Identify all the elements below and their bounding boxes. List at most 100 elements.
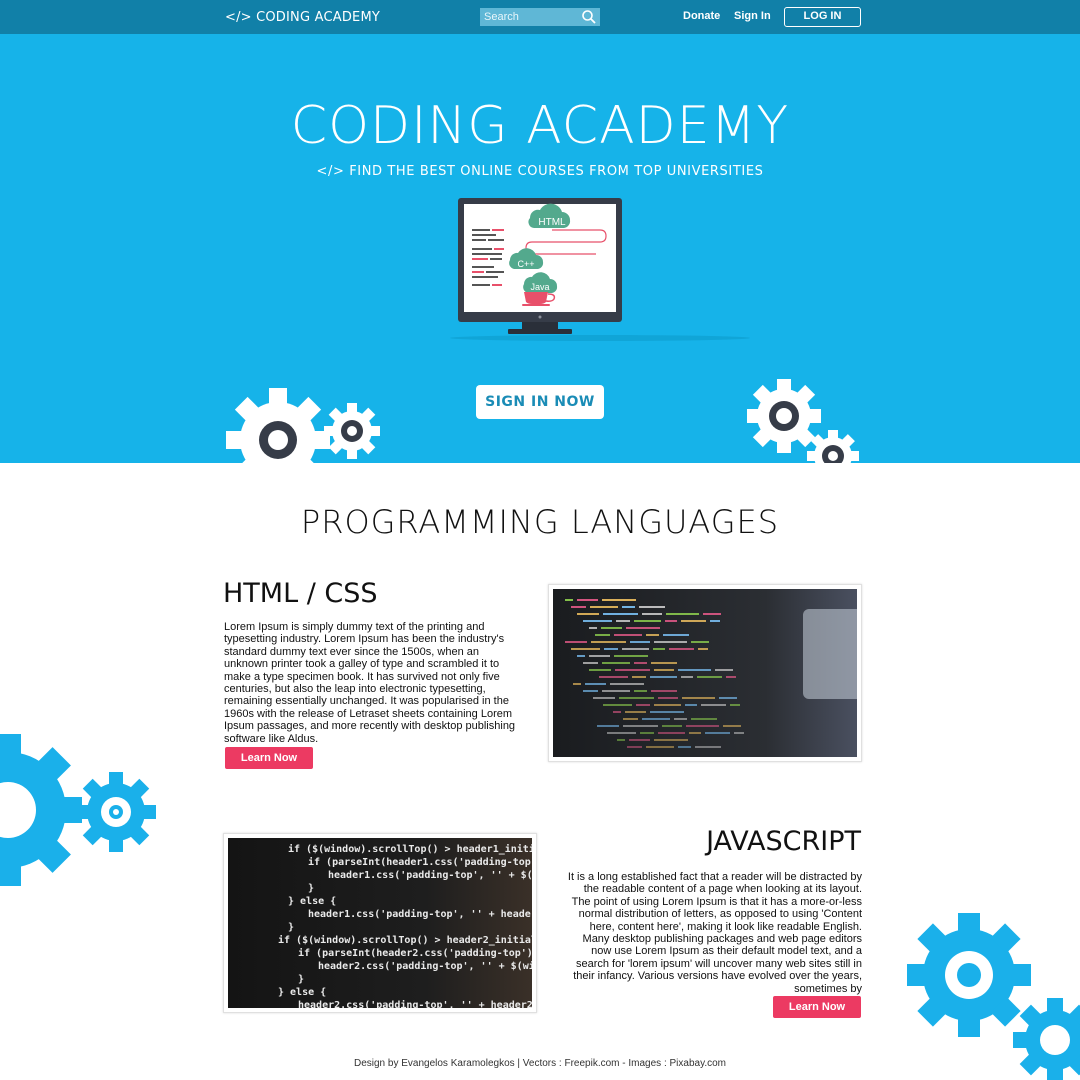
code-token xyxy=(658,732,685,734)
code-token xyxy=(634,620,661,622)
code-token xyxy=(674,718,687,720)
code-token xyxy=(565,641,587,643)
code-token xyxy=(634,662,647,664)
code-token xyxy=(603,613,638,615)
gear-icon xyxy=(226,388,330,463)
code-token xyxy=(703,613,721,615)
code-token xyxy=(634,690,647,692)
code-token xyxy=(682,697,715,699)
code-token xyxy=(629,739,650,741)
code-token xyxy=(625,711,646,713)
hero-subtitle: </> FIND THE BEST ONLINE COURSES FROM TO… xyxy=(316,164,764,179)
search-icon[interactable] xyxy=(581,9,597,25)
code-token xyxy=(630,641,650,643)
code-line: if (parseInt(header2.css('padding-top'),… xyxy=(298,947,532,959)
code-line: header2.css('padding-top', '' + $(window… xyxy=(318,960,532,972)
sign-in-now-button[interactable]: SIGN IN NOW xyxy=(476,385,604,419)
code-token xyxy=(691,641,709,643)
code-token xyxy=(639,606,665,608)
code-token xyxy=(599,676,628,678)
javascript-description: It is a long established fact that a rea… xyxy=(567,871,862,995)
code-token xyxy=(602,599,636,601)
code-token xyxy=(589,669,611,671)
code-token xyxy=(597,725,619,727)
code-token xyxy=(593,697,615,699)
code-token xyxy=(669,648,694,650)
javascript-code-photo: if ($(window).scrollTop() > header1_init… xyxy=(223,833,537,1013)
code-token xyxy=(723,725,741,727)
code-token xyxy=(681,620,706,622)
code-token xyxy=(666,613,699,615)
code-token xyxy=(607,732,636,734)
login-button[interactable]: LOG IN xyxy=(784,7,861,27)
code-token xyxy=(603,704,632,706)
javascript-learn-now-button[interactable]: Learn Now xyxy=(773,996,861,1018)
code-token xyxy=(573,683,581,685)
code-token xyxy=(685,704,697,706)
code-token xyxy=(627,746,642,748)
code-token xyxy=(590,606,618,608)
code-line: header1.css('padding-top', '' + $(window… xyxy=(328,869,532,881)
code-token xyxy=(646,634,659,636)
code-token xyxy=(636,704,650,706)
section-title: PROGRAMMING LANGUAGES xyxy=(300,503,780,541)
code-token xyxy=(653,648,665,650)
gear-icon xyxy=(807,430,859,463)
code-token xyxy=(622,606,635,608)
html-code-screenshot xyxy=(553,589,857,757)
code-token xyxy=(662,725,682,727)
code-token xyxy=(619,697,654,699)
code-token xyxy=(583,620,612,622)
code-token xyxy=(614,634,642,636)
code-token xyxy=(622,648,649,650)
code-token xyxy=(701,704,726,706)
hero-title: CODING ACADEMY xyxy=(290,96,790,156)
sign-in-link[interactable]: Sign In xyxy=(734,10,771,22)
code-line: if (parseInt(header1.css('padding-top'),… xyxy=(308,856,532,868)
code-token xyxy=(616,620,630,622)
code-line: if ($(window).scrollTop() > header1_init… xyxy=(288,843,532,855)
code-token xyxy=(565,599,573,601)
code-token xyxy=(650,711,684,713)
code-token xyxy=(577,613,599,615)
code-line: } xyxy=(308,883,314,894)
html-css-title: HTML / CSS xyxy=(223,578,378,609)
code-line: header2.css('padding-top', '' + header2_… xyxy=(298,999,532,1008)
code-line: } else { xyxy=(278,987,326,998)
javascript-code-screenshot: if ($(window).scrollTop() > header1_init… xyxy=(228,838,532,1008)
cpp-cloud-label: C++ xyxy=(517,259,534,269)
code-token xyxy=(654,739,688,741)
code-token xyxy=(589,627,597,629)
html-css-description: Lorem Ipsum is simply dummy text of the … xyxy=(224,621,516,745)
java-cloud-label: Java xyxy=(530,282,549,292)
code-token xyxy=(604,648,618,650)
donate-link[interactable]: Donate xyxy=(683,10,720,22)
code-token xyxy=(658,697,678,699)
code-token xyxy=(583,662,598,664)
code-token xyxy=(719,697,737,699)
code-token xyxy=(650,676,677,678)
footer-credits: Design by Evangelos Karamolegkos | Vecto… xyxy=(353,1058,727,1069)
brand-logo[interactable]: </> CODING ACADEMY xyxy=(225,10,380,25)
code-token xyxy=(577,655,585,657)
code-token xyxy=(678,669,711,671)
code-token xyxy=(640,732,654,734)
search-input[interactable] xyxy=(480,8,580,26)
code-token xyxy=(698,648,708,650)
code-line: } xyxy=(298,974,304,985)
code-token xyxy=(705,732,730,734)
code-token xyxy=(626,627,660,629)
code-token xyxy=(595,634,610,636)
html-css-learn-now-button[interactable]: Learn Now xyxy=(225,747,313,769)
code-token xyxy=(726,676,736,678)
code-token xyxy=(623,718,638,720)
javascript-title: JAVASCRIPT xyxy=(706,826,861,857)
code-token xyxy=(583,690,598,692)
code-token xyxy=(681,676,693,678)
code-token xyxy=(734,732,744,734)
gear-icon xyxy=(76,772,156,852)
code-token xyxy=(571,606,586,608)
code-token xyxy=(601,627,622,629)
code-token xyxy=(585,683,606,685)
code-token xyxy=(602,662,630,664)
